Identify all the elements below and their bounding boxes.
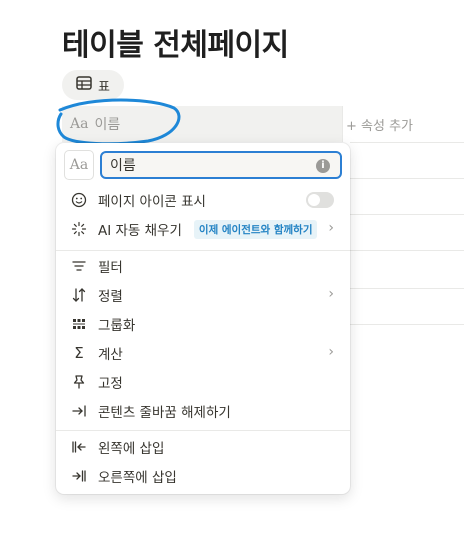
menu-item-group[interactable]: 그룹화: [60, 310, 346, 338]
menu-divider: [56, 430, 350, 431]
chevron-right-icon: ›: [328, 344, 334, 360]
menu-item-label: 계산: [98, 347, 123, 363]
column-divider: [342, 106, 343, 142]
menu-item-label: 콘텐츠 줄바꿈 해제하기: [98, 405, 231, 421]
menu-item-pin[interactable]: 고정: [60, 368, 346, 396]
text-property-icon: Aa: [70, 116, 89, 132]
property-type-button[interactable]: Aa: [64, 150, 94, 180]
menu-item-label: 오른쪽에 삽입: [98, 470, 177, 486]
view-tab-label: 표: [98, 79, 110, 95]
name-column-label: 이름: [94, 117, 121, 133]
text-property-icon: Aa: [69, 157, 89, 173]
group-icon: [70, 315, 88, 333]
property-menu: Aa i 페이지 아이콘 표시 AI 자동 채우기 이제 에이전트와 함께하기 …: [56, 143, 350, 494]
menu-item-label: 왼쪽에 삽입: [98, 441, 165, 457]
table-row-divider: [350, 142, 464, 143]
filter-icon: [70, 257, 88, 275]
info-icon[interactable]: i: [316, 159, 330, 173]
menu-item-label: AI 자동 채우기: [98, 223, 182, 239]
add-property-label: + 속성 추가: [346, 118, 413, 134]
sparkle-icon: [70, 220, 88, 238]
name-column-header[interactable]: Aa 이름: [62, 106, 120, 142]
agent-badge: 이제 에이전트와 함께하기: [193, 219, 318, 239]
menu-divider: [56, 250, 350, 251]
arrow-to-line-icon: [70, 402, 88, 420]
table-row-divider: [350, 214, 464, 215]
table-row-divider: [350, 178, 464, 179]
page-icon-toggle[interactable]: [306, 192, 334, 208]
view-tab-table[interactable]: 표: [62, 70, 124, 100]
menu-item-insert-left[interactable]: 왼쪽에 삽입: [60, 433, 346, 461]
table-row-divider: [350, 250, 464, 251]
smiley-icon: [70, 191, 88, 209]
property-name-input[interactable]: [100, 151, 342, 179]
add-property-button[interactable]: + 속성 추가: [346, 106, 413, 142]
property-name-row: Aa i: [64, 150, 342, 180]
menu-item-label: 그룹화: [98, 318, 136, 334]
menu-item-calculate[interactable]: Σ 계산 ›: [60, 339, 346, 367]
menu-item-sort[interactable]: 정렬 ›: [60, 281, 346, 309]
page-title: 테이블 전체페이지: [62, 28, 289, 63]
menu-item-label: 필터: [98, 260, 123, 276]
insert-left-icon: [70, 438, 88, 456]
table-icon: [76, 76, 92, 94]
menu-item-label: 고정: [98, 376, 123, 392]
menu-item-ai-autofill[interactable]: AI 자동 채우기 이제 에이전트와 함께하기 ›: [60, 215, 346, 243]
menu-item-label: 정렬: [98, 289, 123, 305]
chevron-right-icon: ›: [328, 220, 334, 236]
menu-item-filter[interactable]: 필터: [60, 252, 346, 280]
sort-arrows-icon: [70, 286, 88, 304]
menu-item-unwrap-content[interactable]: 콘텐츠 줄바꿈 해제하기: [60, 397, 346, 425]
sigma-icon: Σ: [74, 344, 84, 362]
chevron-right-icon: ›: [328, 286, 334, 302]
menu-item-insert-right[interactable]: 오른쪽에 삽입: [60, 462, 346, 490]
insert-right-icon: [70, 467, 88, 485]
pin-icon: [70, 373, 88, 391]
menu-item-label: 페이지 아이콘 표시: [98, 194, 206, 210]
table-row-divider: [350, 324, 464, 325]
menu-item-show-page-icon[interactable]: 페이지 아이콘 표시: [60, 186, 346, 214]
table-row-divider: [350, 288, 464, 289]
